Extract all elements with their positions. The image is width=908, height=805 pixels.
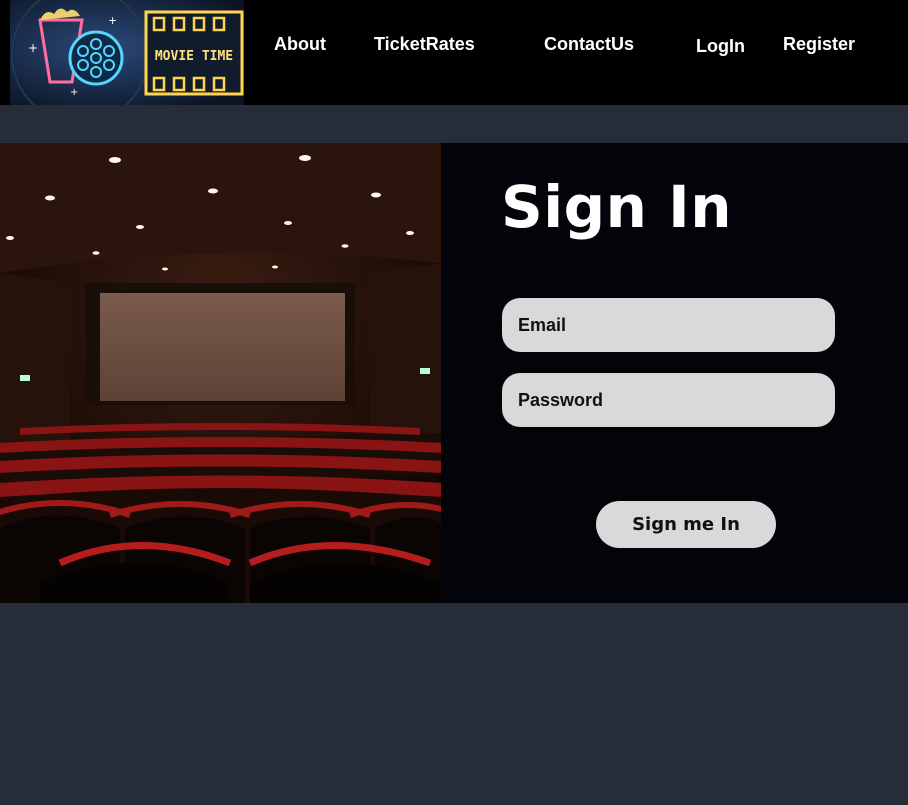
nav-contact-link[interactable]: ContactUs <box>544 34 634 55</box>
email-field[interactable] <box>502 298 835 352</box>
svg-text:+: + <box>28 41 38 55</box>
nav-about-link[interactable]: About <box>274 34 326 55</box>
password-field[interactable] <box>502 373 835 427</box>
popcorn-film-reel-logo-icon: + + + MOVIE TIME <box>10 0 244 105</box>
nav-ticket-rates-link[interactable]: TicketRates <box>374 34 475 55</box>
top-navigation-bar: + + + MOVIE TIME About TicketRates Conta… <box>0 0 908 105</box>
nav-register-link[interactable]: Register <box>783 34 855 55</box>
svg-text:+: + <box>108 14 117 27</box>
logo-text: MOVIE TIME <box>155 49 233 64</box>
nav-login-link[interactable]: LogIn <box>696 36 745 57</box>
sign-in-button[interactable]: Sign me In <box>596 501 776 548</box>
svg-text:+: + <box>70 87 78 98</box>
signin-title: Sign In <box>501 173 733 241</box>
cinema-auditorium-photo <box>0 143 441 603</box>
signin-section: Sign In Sign me In <box>0 143 908 603</box>
signin-panel: Sign In Sign me In <box>441 143 908 603</box>
movie-time-logo[interactable]: + + + MOVIE TIME <box>10 0 244 105</box>
